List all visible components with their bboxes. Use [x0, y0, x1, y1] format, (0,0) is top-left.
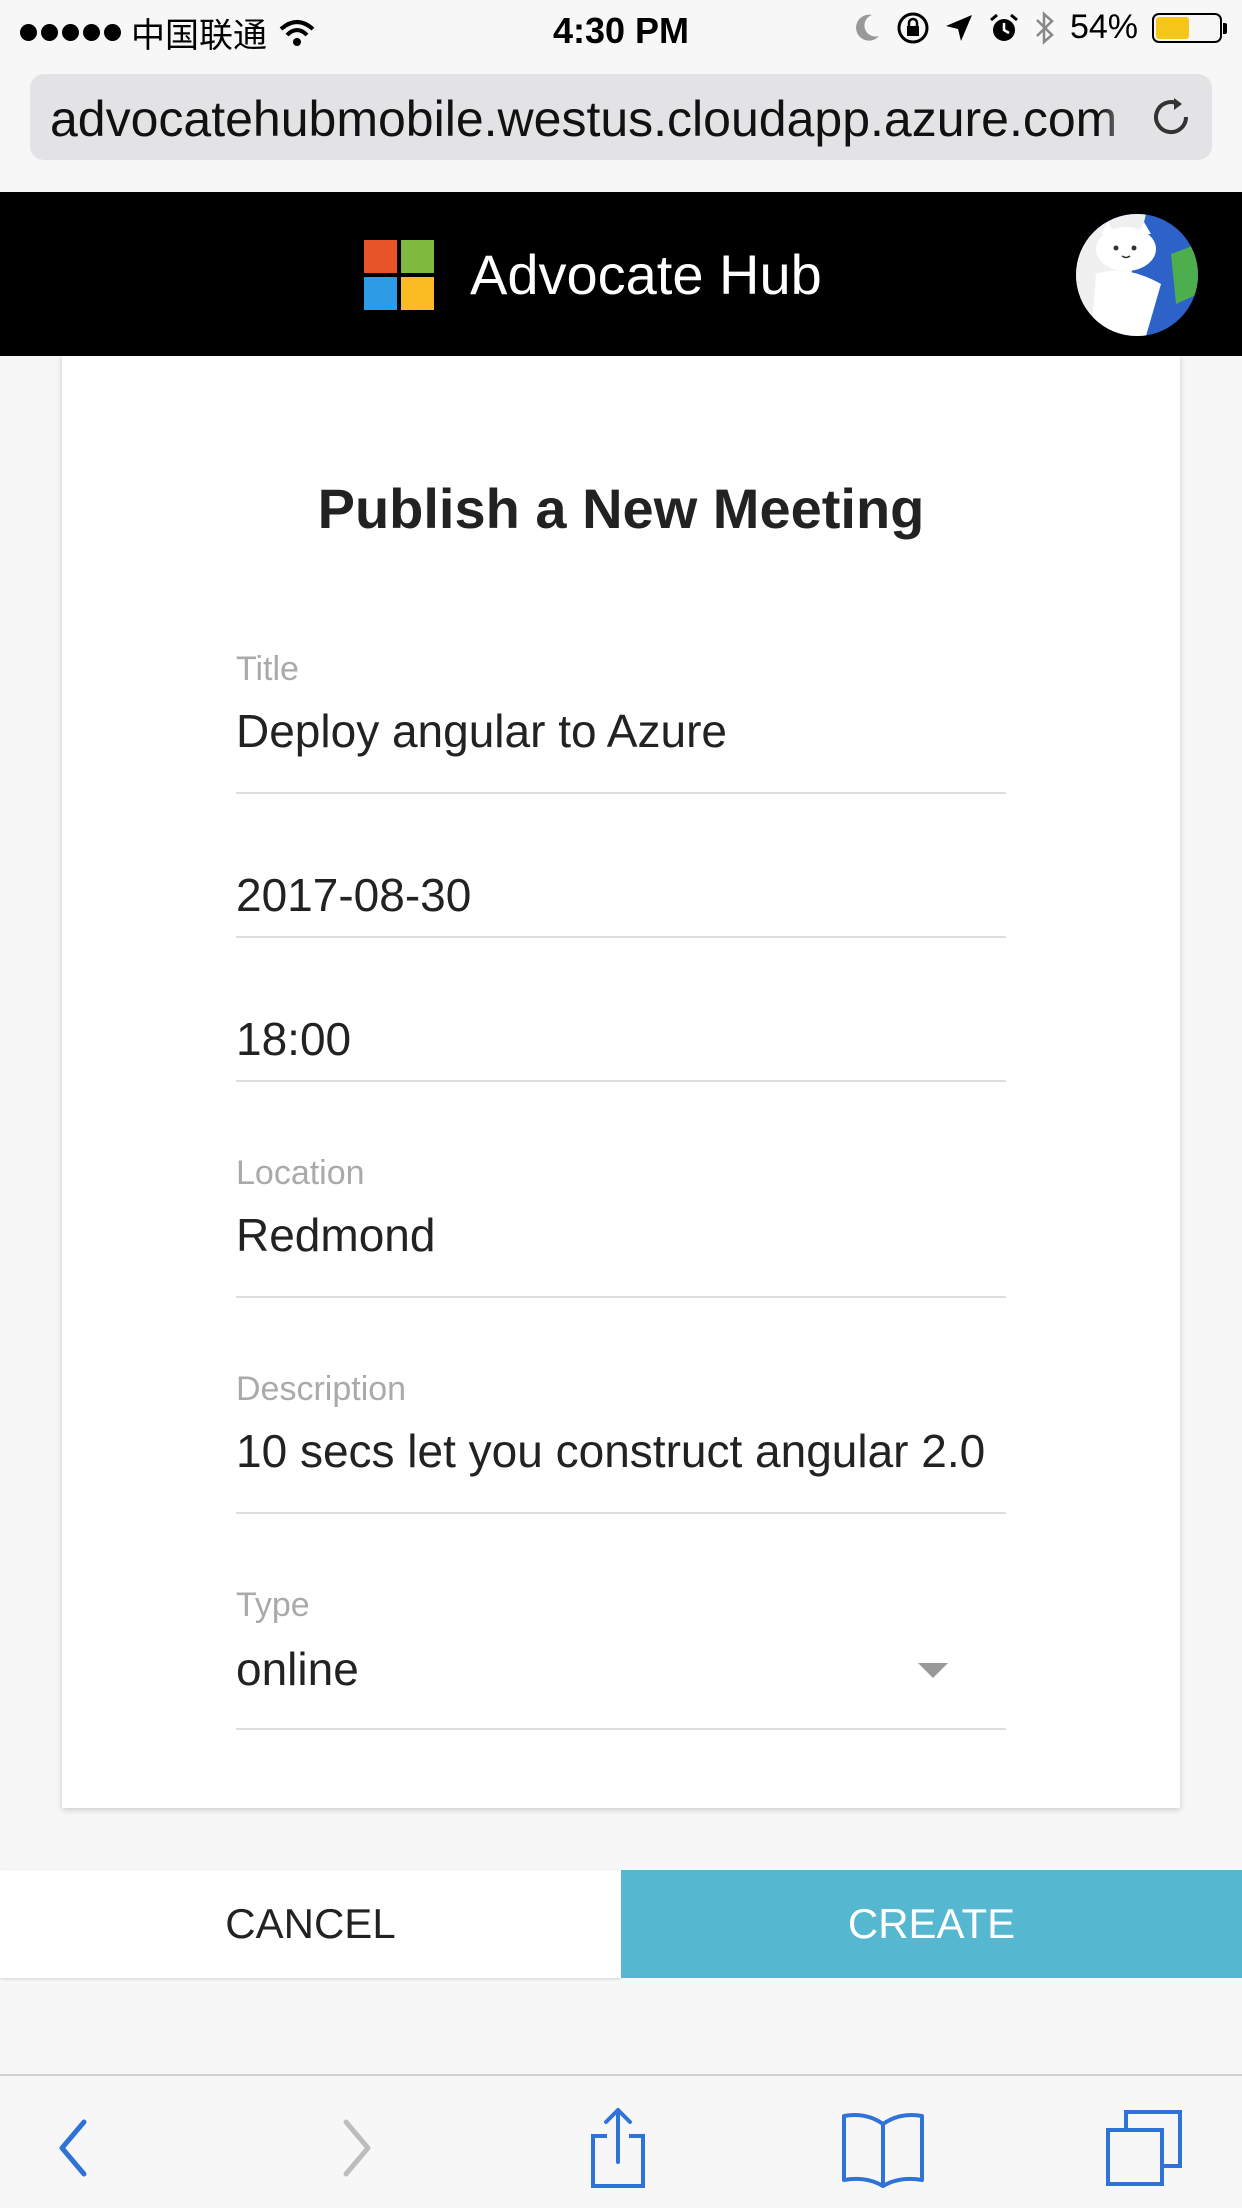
description-label: Description: [236, 1370, 407, 1408]
type-select[interactable]: Type online: [236, 1586, 1006, 1730]
date-input[interactable]: 2017-08-30: [236, 868, 1006, 922]
bluetooth-icon: [1036, 10, 1054, 45]
title-label: Title: [236, 650, 299, 688]
url-text[interactable]: advocatehubmobile.westus.cloudapp.azure.…: [50, 90, 1140, 148]
meeting-form-card: Publish a New Meeting Title Deploy angul…: [62, 356, 1180, 1808]
app-header: Advocate Hub: [0, 192, 1242, 356]
status-bar: 中国联通 4:30 PM 54%: [0, 0, 1242, 62]
battery-icon: [1152, 12, 1227, 43]
description-input[interactable]: 10 secs let you construct angular 2.0: [236, 1424, 1006, 1478]
form-actions: CANCEL CREATE: [0, 1870, 1242, 1978]
title-field[interactable]: Title Deploy angular to Azure: [236, 650, 1006, 794]
location-field[interactable]: Location Redmond: [236, 1154, 1006, 1298]
app-title: Advocate Hub: [470, 243, 822, 306]
type-value[interactable]: online: [236, 1642, 1006, 1696]
back-icon[interactable]: [32, 2106, 122, 2190]
type-label: Type: [236, 1586, 310, 1624]
share-icon[interactable]: [573, 2106, 663, 2190]
cancel-button[interactable]: CANCEL: [0, 1870, 621, 1978]
location-arrow-icon: [945, 14, 972, 41]
reload-icon[interactable]: [1148, 94, 1194, 140]
description-field[interactable]: Description 10 secs let you construct an…: [236, 1370, 1006, 1514]
bookmarks-icon[interactable]: [838, 2106, 928, 2190]
avatar-image: [1076, 214, 1198, 336]
url-bar[interactable]: advocatehubmobile.westus.cloudapp.azure.…: [30, 74, 1212, 160]
time-field[interactable]: 18:00: [236, 998, 1006, 1082]
forward-icon[interactable]: [308, 2106, 398, 2190]
time-input[interactable]: 18:00: [236, 1012, 1006, 1066]
dropdown-arrow-icon[interactable]: [918, 1663, 948, 1678]
location-input[interactable]: Redmond: [236, 1208, 1006, 1262]
date-field[interactable]: 2017-08-30: [236, 854, 1006, 938]
form-heading: Publish a New Meeting: [317, 477, 925, 540]
moon-icon: [855, 14, 879, 41]
user-avatar[interactable]: [1076, 214, 1198, 336]
browser-toolbar: [0, 2074, 1242, 2208]
rotation-lock-icon: [897, 12, 929, 43]
status-right: 54%: [852, 8, 1227, 47]
microsoft-logo: [364, 240, 434, 310]
title-input[interactable]: Deploy angular to Azure: [236, 704, 1006, 758]
create-button[interactable]: CREATE: [621, 1870, 1242, 1978]
location-label: Location: [236, 1154, 365, 1192]
battery-percent: 54%: [1069, 8, 1138, 46]
tabs-icon[interactable]: [1100, 2106, 1190, 2190]
alarm-icon: [989, 13, 1018, 41]
